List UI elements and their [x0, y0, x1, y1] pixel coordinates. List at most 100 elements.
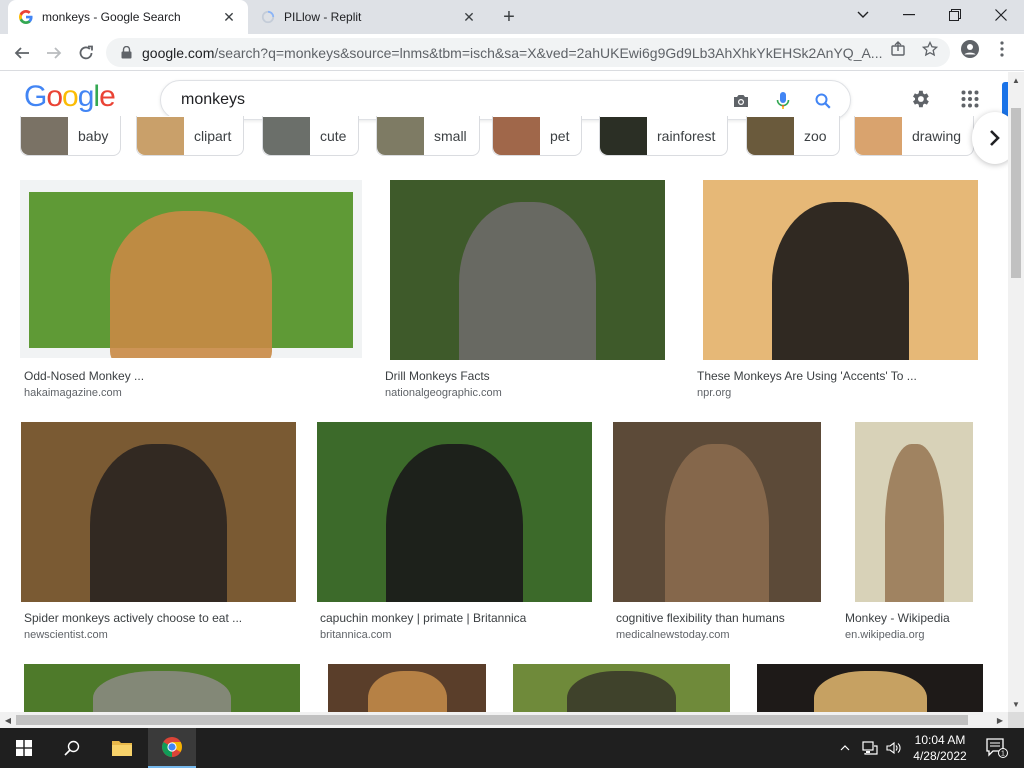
- horizontal-scroll-thumb[interactable]: [16, 715, 968, 725]
- result-thumbnail[interactable]: [317, 422, 592, 602]
- image-result[interactable]: Odd-Nosed Monkey ... hakaimagazine.com: [20, 180, 362, 400]
- result-caption[interactable]: Drill Monkeys Facts: [385, 369, 490, 383]
- result-thumbnail[interactable]: [328, 664, 486, 713]
- result-caption[interactable]: capuchin monkey | primate | Britannica: [320, 611, 526, 625]
- chip-thumbnail: [493, 116, 540, 155]
- kebab-menu-icon[interactable]: [993, 40, 1011, 58]
- image-result[interactable]: [328, 664, 486, 713]
- tab-replit[interactable]: PILlow - Replit ✕: [250, 0, 488, 34]
- vertical-scrollbar[interactable]: ▲ ▼: [1008, 72, 1024, 712]
- result-caption[interactable]: Odd-Nosed Monkey ...: [24, 369, 144, 383]
- scroll-down-arrow-icon[interactable]: ▼: [1008, 696, 1024, 712]
- result-caption[interactable]: Spider monkeys actively choose to eat ..…: [24, 611, 242, 625]
- chip-small[interactable]: small: [376, 116, 480, 156]
- result-thumbnail[interactable]: [20, 180, 362, 358]
- image-result[interactable]: capuchin monkey | primate | Britannica b…: [316, 422, 594, 642]
- photo-placeholder: [24, 664, 300, 713]
- result-caption[interactable]: Monkey - Wikipedia: [845, 611, 950, 625]
- close-tab-icon[interactable]: ✕: [460, 8, 478, 26]
- scroll-left-arrow-icon[interactable]: ◀: [0, 712, 16, 728]
- chip-baby[interactable]: baby: [20, 116, 122, 156]
- monkey-silhouette: [110, 210, 272, 358]
- address-bar[interactable]: google.com/search?q=monkeys&source=lnms&…: [106, 38, 950, 67]
- related-search-chips: baby clipart cute small pet rainforest z…: [0, 116, 1008, 158]
- result-thumbnail[interactable]: [855, 422, 973, 602]
- chip-cute[interactable]: cute: [262, 116, 360, 156]
- share-icon[interactable]: [889, 40, 907, 58]
- photo-placeholder: [613, 422, 821, 602]
- profile-avatar-icon[interactable]: [961, 40, 979, 58]
- image-result[interactable]: [757, 664, 983, 713]
- taskbar-search-icon[interactable]: [48, 728, 96, 768]
- image-result[interactable]: Drill Monkeys Facts nationalgeographic.c…: [381, 180, 673, 400]
- file-explorer-folder-icon[interactable]: [98, 728, 146, 768]
- result-thumbnail[interactable]: [703, 180, 978, 360]
- network-icon[interactable]: [858, 728, 882, 768]
- result-thumbnail[interactable]: [757, 664, 983, 713]
- logo-letter: G: [24, 80, 47, 113]
- image-result[interactable]: Monkey - Wikipedia en.wikipedia.org: [841, 422, 988, 642]
- scroll-right-arrow-icon[interactable]: ▶: [992, 712, 1008, 728]
- lock-icon[interactable]: [118, 45, 134, 61]
- chip-clipart[interactable]: clipart: [136, 116, 245, 156]
- image-result[interactable]: [513, 664, 730, 713]
- result-source[interactable]: npr.org: [697, 387, 731, 399]
- reload-icon[interactable]: [72, 39, 100, 67]
- vertical-scroll-thumb[interactable]: [1011, 108, 1021, 278]
- scroll-up-arrow-icon[interactable]: ▲: [1008, 72, 1024, 88]
- chip-thumbnail: [263, 116, 310, 155]
- tab-search-chevron-icon[interactable]: [840, 0, 886, 30]
- result-thumbnail[interactable]: [613, 422, 821, 602]
- result-thumbnail[interactable]: [21, 422, 296, 602]
- volume-speaker-icon[interactable]: [882, 728, 906, 768]
- settings-gear-icon[interactable]: [908, 87, 932, 111]
- monkey-silhouette: [771, 201, 910, 360]
- restore-icon[interactable]: [932, 0, 978, 30]
- tab-strip: monkeys - Google Search ✕ PILlow - Repli…: [0, 0, 1024, 34]
- tab-google-search[interactable]: monkeys - Google Search ✕: [8, 0, 248, 34]
- chip-rainforest[interactable]: rainforest: [599, 116, 729, 156]
- bookmark-star-icon[interactable]: [921, 40, 939, 58]
- chip-label: rainforest: [657, 127, 716, 144]
- chip-label: baby: [78, 127, 109, 144]
- new-tab-plus-icon[interactable]: +: [497, 6, 521, 28]
- chip-zoo[interactable]: zoo: [746, 116, 840, 156]
- chip-drawing[interactable]: drawing: [854, 116, 975, 156]
- photo-placeholder: [757, 664, 983, 713]
- result-source[interactable]: medicalnewstoday.com: [616, 629, 730, 641]
- result-caption[interactable]: cognitive flexibility than humans: [616, 611, 785, 625]
- image-result[interactable]: Spider monkeys actively choose to eat ..…: [20, 422, 298, 642]
- chip-pet[interactable]: pet: [492, 116, 583, 156]
- search-icon[interactable]: [813, 91, 833, 111]
- microphone-icon[interactable]: [773, 91, 793, 111]
- image-result[interactable]: cognitive flexibility than humans medica…: [612, 422, 822, 642]
- taskbar-clock[interactable]: 10:04 AM 4/28/2022: [908, 732, 972, 764]
- apps-grid-icon[interactable]: [958, 87, 982, 111]
- google-logo[interactable]: Google: [24, 80, 116, 114]
- action-center-notification-icon[interactable]: 1: [980, 728, 1014, 768]
- image-result[interactable]: These Monkeys Are Using 'Accents' To ...…: [693, 180, 988, 400]
- search-box[interactable]: monkeys: [160, 80, 851, 120]
- result-source[interactable]: newscientist.com: [24, 629, 108, 641]
- forward-arrow-icon[interactable]: [40, 39, 68, 67]
- minimize-icon[interactable]: [886, 0, 932, 30]
- result-source[interactable]: hakaimagazine.com: [24, 387, 122, 399]
- result-caption[interactable]: These Monkeys Are Using 'Accents' To ...: [697, 369, 917, 383]
- back-arrow-icon[interactable]: [8, 39, 36, 67]
- close-window-icon[interactable]: [978, 0, 1024, 30]
- search-query[interactable]: monkeys: [181, 91, 245, 109]
- close-tab-icon[interactable]: ✕: [220, 8, 238, 26]
- horizontal-scrollbar[interactable]: ◀ ▶: [0, 712, 1008, 728]
- image-result[interactable]: [24, 664, 300, 713]
- photo-placeholder: [317, 422, 592, 602]
- result-source[interactable]: britannica.com: [320, 629, 392, 641]
- result-thumbnail[interactable]: [24, 664, 300, 713]
- windows-start-icon[interactable]: [0, 728, 48, 768]
- result-source[interactable]: en.wikipedia.org: [845, 629, 925, 641]
- result-thumbnail[interactable]: [390, 180, 665, 360]
- camera-lens-icon[interactable]: [731, 91, 751, 111]
- result-thumbnail[interactable]: [513, 664, 730, 713]
- show-hidden-icons-chevron-icon[interactable]: [834, 728, 856, 768]
- chrome-taskbar-icon[interactable]: [148, 728, 196, 768]
- result-source[interactable]: nationalgeographic.com: [385, 387, 502, 399]
